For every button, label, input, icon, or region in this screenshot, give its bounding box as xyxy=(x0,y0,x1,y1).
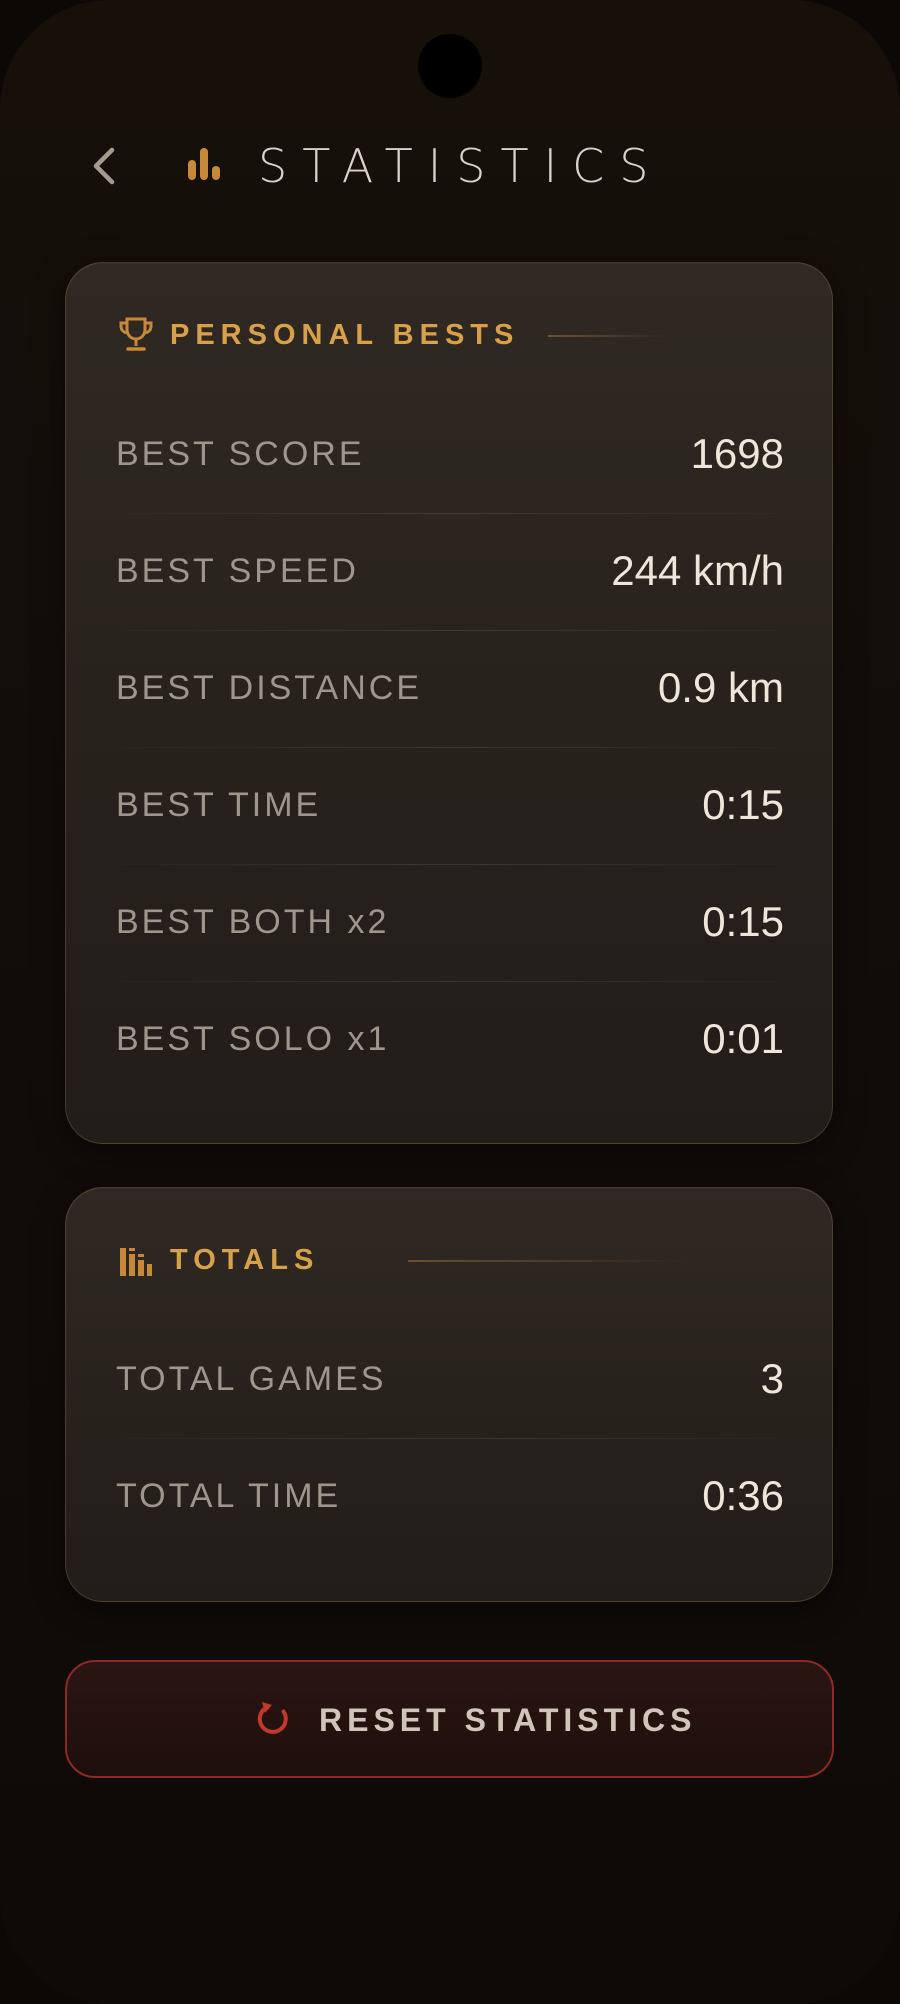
personal-bests-card: PERSONAL BESTS BEST SCORE 1698 BEST SPEE… xyxy=(65,262,833,1144)
stat-row-best-solo: BEST SOLO x1 0:01 xyxy=(116,982,784,1099)
totals-list: TOTAL GAMES 3 TOTAL TIME 0:36 xyxy=(116,1322,784,1556)
totals-title: TOTALS xyxy=(170,1244,320,1276)
stats-columns-icon xyxy=(120,1248,152,1276)
stat-row-total-games: TOTAL GAMES 3 xyxy=(116,1322,784,1439)
section-divider xyxy=(408,1260,688,1262)
chevron-left-icon xyxy=(93,147,115,185)
stat-label: TOTAL GAMES xyxy=(116,1360,387,1398)
stat-label: BEST SOLO x1 xyxy=(116,1020,390,1058)
stat-value: 0:15 xyxy=(702,898,784,945)
stat-label: BEST SCORE xyxy=(116,435,365,473)
section-divider xyxy=(548,335,668,337)
totals-header: TOTALS xyxy=(118,1240,782,1280)
trophy-icon xyxy=(119,317,153,351)
page-title: STATISTICS xyxy=(258,139,664,193)
stat-label: BEST BOTH x2 xyxy=(116,903,390,941)
totals-card: TOTALS TOTAL GAMES 3 TOTAL TIME 0:36 xyxy=(65,1187,833,1602)
stat-label: BEST SPEED xyxy=(116,552,359,590)
camera-cutout xyxy=(418,34,482,98)
app-screen: STATISTICS PERSONAL BESTS BEST SCORE 169… xyxy=(0,0,900,2004)
stat-value: 0.9 km xyxy=(657,664,784,711)
stat-value: 0:36 xyxy=(702,1472,784,1519)
stat-row-best-score: BEST SCORE 1698 xyxy=(116,397,784,514)
stat-value: 1698 xyxy=(690,430,784,477)
back-button[interactable] xyxy=(80,138,132,194)
personal-bests-title: PERSONAL BESTS xyxy=(170,319,520,351)
bar-chart-icon xyxy=(188,148,220,180)
stat-row-best-speed: BEST SPEED 244 km/h xyxy=(116,514,784,631)
reset-statistics-label: RESET STATISTICS xyxy=(319,1702,697,1738)
header: STATISTICS xyxy=(0,128,900,204)
stat-value: 244 km/h xyxy=(611,547,784,594)
stat-row-best-distance: BEST DISTANCE 0.9 km xyxy=(116,631,784,748)
stat-value: 0:01 xyxy=(702,1015,784,1062)
stat-label: TOTAL TIME xyxy=(116,1477,342,1515)
stat-row-total-time: TOTAL TIME 0:36 xyxy=(116,1439,784,1556)
personal-bests-header: PERSONAL BESTS xyxy=(118,315,782,355)
stat-row-best-time: BEST TIME 0:15 xyxy=(116,748,784,865)
personal-bests-list: BEST SCORE 1698 BEST SPEED 244 km/h BEST… xyxy=(116,397,784,1099)
stat-value: 3 xyxy=(760,1355,784,1402)
stat-label: BEST DISTANCE xyxy=(116,669,423,707)
stat-label: BEST TIME xyxy=(116,786,322,824)
reset-icon xyxy=(257,1702,288,1734)
stat-row-best-both: BEST BOTH x2 0:15 xyxy=(116,865,784,982)
reset-statistics-button[interactable]: RESET STATISTICS xyxy=(65,1660,834,1778)
stat-value: 0:15 xyxy=(702,781,784,828)
